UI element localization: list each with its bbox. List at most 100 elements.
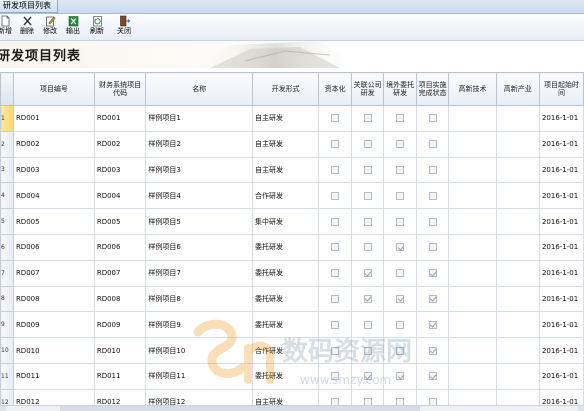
table-row[interactable]: 10 RD010 RD010 样例项目10 合作研发 2016-1-01 [0,337,584,364]
checkbox[interactable] [428,165,437,174]
cell-start-date[interactable]: 2016-1-01 [538,259,584,287]
cell-name[interactable]: 样例项目1 [145,105,254,132]
cell-start-date[interactable]: 2016-1-01 [538,156,584,184]
checkbox[interactable] [331,269,340,278]
cell-project-id[interactable]: RD005 [12,208,95,235]
checkbox[interactable] [331,372,340,381]
checkbox[interactable] [331,165,340,174]
cell-hi-industry[interactable] [495,105,540,132]
checkbox[interactable] [428,269,437,278]
table-row[interactable]: 7 RD007 RD007 样例项目7 委托研发 2016-1-01 [0,259,584,287]
cell-dev-form[interactable]: 委托研发 [252,285,320,313]
checkbox[interactable] [396,269,405,278]
cell-start-date[interactable]: 2016-1-01 [538,285,584,313]
col-header-related-rd[interactable]: 关联公司研发 [350,72,385,106]
new-button[interactable]: 新增 [0,15,16,40]
cell-hi-tech[interactable] [448,233,497,261]
cell-dev-form[interactable]: 委托研发 [252,362,320,390]
cell-finance-code[interactable]: RD003 [93,156,147,184]
col-header-start-date[interactable]: 项目起始时间 [538,72,584,106]
table-row[interactable]: 1 RD001 RD001 样例项目1 自主研发 2016-1-01 [0,105,584,132]
checkbox[interactable] [396,320,405,329]
cell-hi-tech[interactable] [448,130,497,158]
cell-finance-code[interactable]: RD010 [93,337,147,364]
cell-project-id[interactable]: RD011 [12,362,95,390]
checkbox[interactable] [428,191,437,200]
cell-name[interactable]: 样例项目2 [145,130,254,158]
row-number[interactable]: 3 [0,156,14,184]
scroll-left-arrow[interactable] [0,406,6,411]
cell-finance-code[interactable]: RD004 [93,182,147,210]
cell-hi-tech[interactable] [448,311,497,339]
cell-start-date[interactable]: 2016-1-01 [538,105,584,132]
checkbox[interactable] [331,217,340,226]
cell-project-id[interactable]: RD009 [12,311,95,339]
cell-finance-code[interactable]: RD007 [93,259,147,287]
cell-hi-industry[interactable] [495,337,540,364]
cell-start-date[interactable]: 2016-1-01 [538,182,584,210]
cell-hi-tech[interactable] [448,337,497,364]
row-number[interactable]: 4 [0,182,14,210]
cell-hi-tech[interactable] [448,259,497,287]
cell-project-id[interactable]: RD006 [12,233,95,261]
checkbox[interactable] [428,114,437,123]
cell-start-date[interactable]: 2016-1-01 [538,208,584,235]
col-header-finance-code[interactable]: 财务系统项目代码 [93,72,147,106]
cell-hi-industry[interactable] [495,285,540,313]
cell-hi-industry[interactable] [495,233,540,261]
cell-dev-form[interactable]: 委托研发 [252,259,320,287]
cell-start-date[interactable]: 2016-1-01 [538,311,584,339]
checkbox[interactable] [363,191,372,200]
table-row[interactable]: 9 RD009 RD009 样例项目9 委托研发 2016-1-01 [0,311,584,339]
cell-hi-industry[interactable] [495,130,540,158]
cell-dev-form[interactable]: 合作研发 [252,337,320,364]
window-tab[interactable]: 研发项目列表 [0,0,58,13]
cell-finance-code[interactable]: RD005 [93,208,147,235]
cell-project-id[interactable]: RD010 [12,337,95,364]
checkbox[interactable] [331,243,340,252]
cell-start-date[interactable]: 2016-1-01 [538,130,584,158]
cell-start-date[interactable]: 2016-1-01 [538,233,584,261]
cell-start-date[interactable]: 2016-1-01 [538,362,584,390]
cell-dev-form[interactable]: 合作研发 [252,182,320,210]
cell-project-id[interactable]: RD003 [12,156,95,184]
cell-dev-form[interactable]: 自主研发 [252,105,320,132]
export-button[interactable]: 输出 [62,15,84,40]
row-number[interactable]: 1 [0,105,14,132]
delete-button[interactable]: 删除 [16,15,38,40]
cell-project-id[interactable]: RD004 [12,182,95,210]
checkbox[interactable] [363,140,372,149]
checkbox[interactable] [363,269,372,278]
checkbox[interactable] [363,114,372,123]
checkbox[interactable] [331,140,340,149]
table-row[interactable]: 5 RD005 RD005 样例项目5 集中研发 2016-1-01 [0,208,584,235]
cell-finance-code[interactable]: RD001 [93,105,147,132]
row-number[interactable]: 2 [0,130,14,158]
scroll-right-arrow[interactable] [578,406,584,411]
col-header-name[interactable]: 名称 [145,72,254,106]
checkbox[interactable] [331,320,340,329]
checkbox[interactable] [396,114,405,123]
col-header-overseas-rd[interactable]: 境外委托研发 [383,72,417,106]
cell-hi-industry[interactable] [495,156,540,184]
cell-hi-tech[interactable] [448,362,497,390]
checkbox[interactable] [331,114,340,123]
col-header-completion-status[interactable]: 项目实施完成状态 [415,72,450,106]
cell-hi-tech[interactable] [448,156,497,184]
horizontal-scrollbar[interactable] [0,405,584,411]
cell-start-date[interactable]: 2016-1-01 [538,337,584,364]
table-row[interactable]: 6 RD006 RD006 样例项目6 委托研发 2016-1-01 [0,233,584,261]
checkbox[interactable] [363,294,372,303]
table-row[interactable]: 4 RD004 RD004 样例项目4 合作研发 2016-1-01 [0,182,584,210]
cell-project-id[interactable]: RD001 [12,105,95,132]
col-header-project-id[interactable]: 项目编号 [12,72,95,106]
cell-hi-tech[interactable] [448,208,497,235]
row-number[interactable]: 10 [0,337,14,364]
cell-finance-code[interactable]: RD006 [93,233,147,261]
row-number[interactable]: 11 [0,362,14,390]
row-number[interactable]: 7 [0,259,14,287]
cell-hi-industry[interactable] [495,208,540,235]
checkbox[interactable] [363,346,372,355]
col-header-capitalized[interactable]: 资本化 [318,72,352,106]
cell-name[interactable]: 样例项目6 [145,233,254,261]
